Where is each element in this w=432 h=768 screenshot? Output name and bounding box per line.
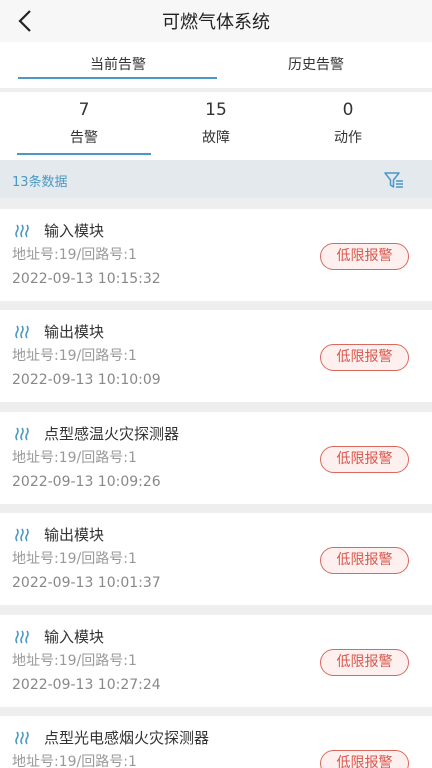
- alarm-status-badge: 低限报警: [320, 446, 409, 473]
- record-count-bar: 13条数据: [0, 160, 432, 198]
- page-title: 可燃气体系统: [162, 12, 270, 33]
- stats-bar: 7 告警 15 故障 0 动作: [0, 92, 432, 160]
- tab-current-alarms[interactable]: 当前告警: [18, 54, 218, 74]
- gas-wave-icon: [15, 224, 29, 238]
- record-count: 13条数据: [12, 175, 68, 190]
- alarm-time: 2022-09-13 10:01:37: [12, 575, 161, 591]
- gas-wave-icon: [15, 630, 29, 644]
- stat-fault-label: 故障: [202, 130, 230, 146]
- stat-action[interactable]: 0 动作: [281, 100, 415, 147]
- stat-fault[interactable]: 15 故障: [149, 100, 283, 147]
- alarm-item[interactable]: 输入模块 地址号:19/回路号:1 2022-09-13 10:27:24 低限…: [0, 615, 432, 707]
- alarm-device-name: 输入模块: [44, 628, 105, 646]
- alarm-device-name: 输出模块: [44, 323, 105, 341]
- alarm-status-badge: 低限报警: [320, 750, 409, 768]
- tab-active-indicator: [18, 77, 217, 79]
- alarm-status-badge: 低限报警: [320, 243, 409, 270]
- alarm-item[interactable]: 输出模块 地址号:19/回路号:1 2022-09-13 10:01:37 低限…: [0, 513, 432, 605]
- alarm-status-badge: 低限报警: [320, 547, 409, 574]
- alarm-address: 地址号:19/回路号:1: [12, 653, 137, 669]
- stat-active-indicator: [17, 153, 151, 155]
- alarm-device-name: 点型光电感烟火灾探测器: [44, 729, 210, 747]
- alarm-item[interactable]: 输入模块 地址号:19/回路号:1 2022-09-13 10:15:32 低限…: [0, 209, 432, 301]
- alarm-address: 地址号:19/回路号:1: [12, 348, 137, 364]
- alarm-address: 地址号:19/回路号:1: [12, 450, 137, 466]
- alarm-time: 2022-09-13 10:10:09: [12, 372, 161, 388]
- stat-action-label: 动作: [334, 130, 362, 146]
- alarm-device-name: 输出模块: [44, 526, 105, 544]
- gas-wave-icon: [15, 528, 29, 542]
- alarm-device-name: 输入模块: [44, 222, 105, 240]
- filter-button[interactable]: [383, 169, 405, 191]
- alarm-item[interactable]: 输出模块 地址号:19/回路号:1 2022-09-13 10:10:09 低限…: [0, 310, 432, 402]
- alarm-item[interactable]: 点型光电感烟火灾探测器 地址号:19/回路号:1 低限报警: [0, 716, 432, 768]
- stat-alarm[interactable]: 7 告警: [17, 100, 151, 147]
- stat-fault-count: 15: [205, 100, 227, 120]
- alarm-status-badge: 低限报警: [320, 649, 409, 676]
- alarm-time: 2022-09-13 10:15:32: [12, 271, 161, 287]
- app-header: 可燃气体系统: [0, 0, 432, 42]
- gas-wave-icon: [15, 325, 29, 339]
- alarm-address: 地址号:19/回路号:1: [12, 247, 137, 263]
- gas-wave-icon: [15, 427, 29, 441]
- filter-icon: [384, 172, 403, 188]
- alarm-time: 2022-09-13 10:27:24: [12, 677, 161, 693]
- alarm-address: 地址号:19/回路号:1: [12, 754, 137, 768]
- stat-alarm-label: 告警: [70, 130, 98, 146]
- stat-action-count: 0: [342, 100, 354, 120]
- alarm-time: 2022-09-13 10:09:26: [12, 474, 161, 490]
- alarm-item[interactable]: 点型感温火灾探测器 地址号:19/回路号:1 2022-09-13 10:09:…: [0, 412, 432, 504]
- tab-history-alarms[interactable]: 历史告警: [216, 54, 416, 74]
- alarm-address: 地址号:19/回路号:1: [12, 551, 137, 567]
- alarm-status-badge: 低限报警: [320, 344, 409, 371]
- alarm-device-name: 点型感温火灾探测器: [44, 425, 180, 443]
- stat-alarm-count: 7: [78, 100, 90, 120]
- gas-wave-icon: [15, 731, 29, 745]
- alarm-tabs: 当前告警 历史告警: [0, 42, 432, 88]
